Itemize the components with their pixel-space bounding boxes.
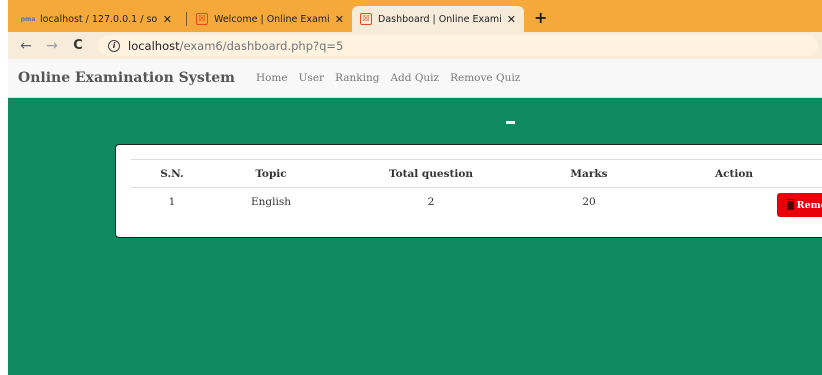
- info-icon[interactable]: i: [108, 39, 120, 52]
- remove-button-label: Remo: [796, 199, 822, 211]
- cell-marks: 20: [582, 195, 596, 208]
- tab-dashboard[interactable]: ☒ Dashboard | Online Examination ✕: [352, 6, 524, 32]
- site-navbar: Online Examination System Home User Rank…: [8, 59, 822, 98]
- close-icon[interactable]: ✕: [507, 13, 516, 26]
- table-header-row: S.N. Topic Total question Marks Action: [131, 159, 822, 188]
- close-icon[interactable]: ✕: [335, 13, 344, 26]
- nav-add-quiz[interactable]: Add Quiz: [390, 72, 439, 84]
- exam-icon: ☒: [360, 13, 372, 25]
- close-icon[interactable]: ✕: [163, 13, 172, 26]
- browser-tab-strip: pma localhost / 127.0.0.1 / sourcecod ✕ …: [8, 0, 822, 32]
- reload-icon[interactable]: C: [70, 38, 86, 53]
- url-input[interactable]: i localhost/exam6/dashboard.php?q=5: [98, 35, 818, 56]
- header-action: Action: [645, 159, 822, 188]
- nav-user[interactable]: User: [299, 72, 324, 84]
- table-row: 1 English 2 20: [131, 188, 822, 216]
- url-path: /exam6/dashboard.php?q=5: [179, 38, 344, 53]
- tab-welcome[interactable]: ☒ Welcome | Online Examination Sy ✕: [188, 6, 352, 32]
- new-tab-button[interactable]: +: [534, 8, 547, 27]
- cell-sn: 1: [168, 195, 176, 208]
- header-topic: Topic: [213, 159, 329, 188]
- tab-phpmyadmin[interactable]: pma localhost / 127.0.0.1 / sourcecod ✕: [14, 6, 180, 32]
- back-arrow-icon[interactable]: ←: [18, 38, 34, 54]
- url-host: localhost: [128, 38, 180, 53]
- quiz-table: S.N. Topic Total question Marks Action 1…: [131, 159, 822, 216]
- main-content: S.N. Topic Total question Marks Action 1…: [8, 98, 822, 375]
- nav-remove-quiz[interactable]: Remove Quiz: [450, 72, 520, 84]
- header-total-question: Total question: [329, 159, 533, 188]
- header-sn: S.N.: [131, 159, 213, 188]
- nav-home[interactable]: Home: [256, 72, 288, 84]
- nav-ranking[interactable]: Ranking: [335, 72, 379, 84]
- phpmyadmin-icon: pma: [20, 15, 36, 23]
- remove-button[interactable]: Remo: [777, 193, 822, 217]
- forward-arrow-icon[interactable]: →: [44, 38, 60, 54]
- quiz-panel: S.N. Topic Total question Marks Action 1…: [115, 144, 822, 238]
- tab-title: Dashboard | Online Examination: [378, 13, 501, 25]
- cell-topic: English: [250, 195, 292, 208]
- tab-title: Welcome | Online Examination Sy: [214, 13, 329, 25]
- exam-icon: ☒: [196, 13, 208, 25]
- address-bar-row: ← → C i localhost/exam6/dashboard.php?q=…: [8, 32, 822, 59]
- tab-title: localhost / 127.0.0.1 / sourcecod: [40, 13, 157, 25]
- site-brand[interactable]: Online Examination System: [18, 70, 235, 86]
- trash-icon: [786, 198, 795, 210]
- cell-total-question: 2: [427, 195, 435, 208]
- tab-separator: [186, 12, 187, 26]
- header-marks: Marks: [533, 159, 645, 188]
- header-dash: [506, 121, 515, 124]
